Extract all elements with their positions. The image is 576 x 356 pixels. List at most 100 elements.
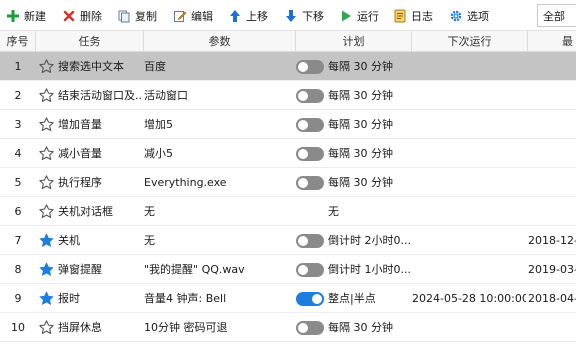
task-param: 减小5 [144, 147, 173, 160]
task-next-run [412, 168, 526, 197]
task-plan: 每隔 30 分钟 [328, 60, 393, 73]
toggle-knob [298, 177, 308, 188]
task-last-run: 2019-03- [528, 263, 576, 276]
table-row[interactable]: 5 执行程序 Everything.exe 每隔 30 分钟 [0, 168, 576, 197]
task-name: 搜索选中文本 [58, 60, 124, 73]
enable-toggle[interactable] [296, 291, 324, 306]
task-last-run [528, 168, 576, 197]
toggle-knob [312, 293, 322, 304]
table-row[interactable]: 7 关机 无 倒计时 2小时0... 2018-12- [0, 226, 576, 255]
arrow-down-icon [284, 9, 298, 23]
arrow-up-icon [228, 9, 242, 23]
column-header-last[interactable]: 最 [528, 31, 576, 52]
enable-toggle[interactable] [296, 88, 324, 103]
star-filled-icon[interactable] [36, 284, 56, 313]
table-row[interactable]: 8 弹窗提醒 "我的提醒" QQ.wav 倒计时 1小时0... 2019-03- [0, 255, 576, 284]
move-down-button[interactable]: 下移 [284, 0, 324, 31]
task-last-run [528, 110, 576, 139]
options-button[interactable]: 选项 [449, 0, 489, 31]
toggle-cell [296, 81, 326, 110]
filter-select-value: 全部 [543, 9, 565, 23]
enable-toggle[interactable] [296, 233, 324, 248]
run-button[interactable]: 运行 [339, 0, 379, 31]
edit-button-label: 编辑 [191, 9, 213, 23]
log-icon [393, 9, 407, 23]
toggle-knob [298, 148, 308, 159]
new-button-label: 新建 [24, 9, 46, 23]
row-number: 4 [14, 147, 22, 160]
star-outline-icon[interactable] [36, 110, 56, 139]
task-param: 无 [144, 234, 155, 247]
log-button[interactable]: 日志 [393, 0, 433, 31]
column-header-param[interactable]: 参数 [144, 31, 296, 52]
task-name: 增加音量 [58, 118, 102, 131]
row-number: 9 [14, 292, 22, 305]
enable-toggle[interactable] [296, 117, 324, 132]
table-row[interactable]: 3 增加音量 增加5 每隔 30 分钟 [0, 110, 576, 139]
table-header: 序号 任务 参数 计划 下次运行 最 [0, 31, 576, 52]
enable-toggle[interactable] [296, 175, 324, 190]
column-header-task[interactable]: 任务 [36, 31, 144, 52]
toggle-cell [296, 168, 326, 197]
task-last-run [528, 197, 576, 226]
column-header-plan[interactable]: 计划 [296, 31, 412, 52]
star-outline-icon[interactable] [36, 313, 56, 342]
task-param: Everything.exe [144, 176, 227, 189]
task-param: 百度 [144, 60, 166, 73]
table-row[interactable]: 2 结束活动窗口及... 活动窗口 每隔 30 分钟 [0, 81, 576, 110]
move-up-button[interactable]: 上移 [228, 0, 268, 31]
task-next-run [412, 110, 526, 139]
row-number: 5 [14, 176, 22, 189]
toggle-cell [296, 52, 326, 81]
star-filled-icon[interactable] [36, 255, 56, 284]
task-last-run: 2018-12- [528, 234, 576, 247]
enable-toggle[interactable] [296, 146, 324, 161]
table-row[interactable]: 4 减小音量 减小5 每隔 30 分钟 [0, 139, 576, 168]
enable-toggle[interactable] [296, 59, 324, 74]
star-outline-icon[interactable] [36, 139, 56, 168]
task-param: 音量4 钟声: Bell [144, 292, 227, 305]
enable-toggle[interactable] [296, 262, 324, 277]
log-button-label: 日志 [411, 9, 433, 23]
row-number: 6 [14, 205, 22, 218]
task-plan: 每隔 30 分钟 [328, 176, 393, 189]
toggle-cell [296, 110, 326, 139]
task-last-run [528, 139, 576, 168]
table-row[interactable]: 1 搜索选中文本 百度 每隔 30 分钟 [0, 52, 576, 81]
new-button[interactable]: 新建 [6, 0, 46, 31]
task-param: 增加5 [144, 118, 173, 131]
toggle-cell [296, 284, 326, 313]
star-filled-icon[interactable] [36, 226, 56, 255]
row-number: 7 [14, 234, 22, 247]
edit-button[interactable]: 编辑 [173, 0, 213, 31]
toggle-cell [296, 255, 326, 284]
delete-button[interactable]: 删除 [62, 0, 102, 31]
copy-button[interactable]: 复制 [117, 0, 157, 31]
star-outline-icon[interactable] [36, 52, 56, 81]
run-button-label: 运行 [357, 9, 379, 23]
column-header-num[interactable]: 序号 [0, 31, 36, 52]
column-header-next[interactable]: 下次运行 [412, 31, 528, 52]
task-next-run [412, 226, 526, 255]
star-outline-icon[interactable] [36, 81, 56, 110]
enable-toggle[interactable] [296, 320, 324, 335]
task-plan: 每隔 30 分钟 [328, 118, 393, 131]
task-plan: 每隔 30 分钟 [328, 89, 393, 102]
move-up-button-label: 上移 [246, 9, 268, 23]
table-row[interactable]: 6 关机对话框 无 无 [0, 197, 576, 226]
star-outline-icon[interactable] [36, 168, 56, 197]
task-last-run [528, 313, 576, 342]
star-outline-icon[interactable] [36, 197, 56, 226]
task-last-run: 2018-04- [528, 292, 576, 305]
row-number: 8 [14, 263, 22, 276]
toggle-knob [298, 119, 308, 130]
table-row[interactable]: 9 报时 音量4 钟声: Bell 整点|半点 2024-05-28 10:00:00 2… [0, 284, 576, 313]
toolbar: 新建 删除 复制 编辑 上移 下移 运行 日志 选项 全部 [0, 0, 576, 31]
task-plan: 倒计时 2小时0... [328, 234, 410, 247]
table-row[interactable]: 10 挡屏休息 10分钟 密码可退 每隔 30 分钟 [0, 313, 576, 342]
filter-select[interactable]: 全部 [537, 4, 576, 27]
task-next-run [412, 52, 526, 81]
move-down-button-label: 下移 [302, 9, 324, 23]
play-icon [339, 9, 353, 23]
row-number: 3 [14, 118, 22, 131]
